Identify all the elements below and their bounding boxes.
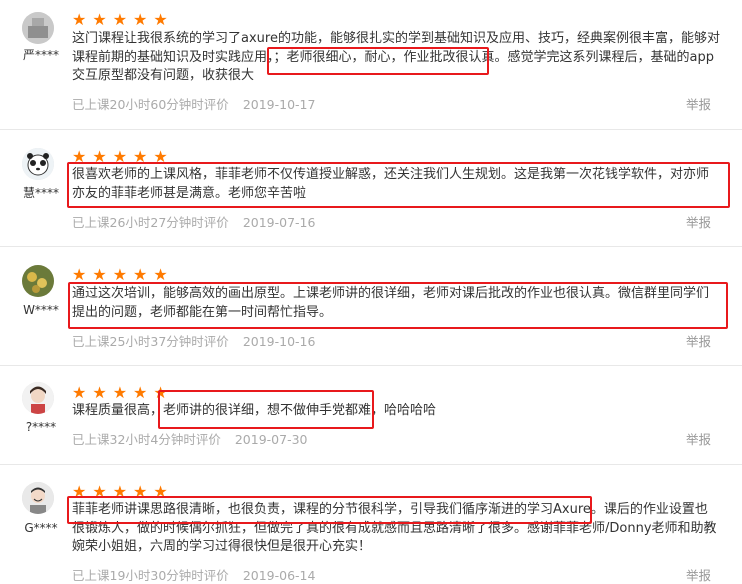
star-icon: ★ [92,147,107,166]
star-rating: ★ ★ ★ ★ ★ [72,484,168,500]
star-icon: ★ [133,147,148,166]
review-content: 菲菲老师讲课思路很清晰，也很负责，课程的分节很科学，引导我们循序渐进的学习Axu… [72,502,717,554]
report-link[interactable]: 举报 [686,94,711,113]
study-duration: 已上课25小时37分钟时评价 [72,334,229,349]
star-icon: ★ [112,383,128,402]
review-date: 2019-06-14 [242,568,316,583]
avatar[interactable] [22,482,54,514]
star-rating: ★ ★ ★ ★ ★ [72,149,168,165]
review-content: 通过这次培训，能够高效的画出原型。上课老师讲的很详细，老师对课后批改的作业也很认… [72,286,710,320]
report-link[interactable]: 举报 [686,429,711,448]
review-content: 课程质量很高，老师讲的很详细，想不做伸手党都难，哈哈哈哈 [72,403,437,418]
star-icon: ★ [72,265,87,284]
review-meta: 已上课26小时27分钟时评价 2019-07-16 [72,212,315,231]
study-duration: 已上课19小时30分钟时评价 [72,568,229,583]
avatar[interactable] [22,148,54,180]
star-icon: ★ [133,265,148,284]
review-meta: 已上课32小时4分钟时评价 2019-07-30 [72,429,308,448]
star-icon: ★ [112,482,128,501]
star-icon: ★ [153,383,168,402]
star-icon: ★ [92,10,107,29]
study-duration: 已上课20小时60分钟时评价 [72,97,229,112]
review-meta: 已上课25小时37分钟时评价 2019-10-16 [72,331,315,350]
avatar[interactable] [22,12,54,44]
avatar[interactable] [22,382,54,414]
username: 严**** [22,48,59,62]
star-icon: ★ [153,147,168,166]
star-rating: ★ ★ ★ ★ ★ [72,267,168,283]
username: ?**** [25,420,57,434]
star-icon: ★ [112,10,128,29]
star-icon: ★ [153,482,168,501]
username: 慧**** [22,186,59,200]
star-icon: ★ [92,383,107,402]
star-icon: ★ [72,482,87,501]
report-link[interactable]: 举报 [686,331,711,350]
star-icon: ★ [72,10,87,29]
review-date: 2019-07-16 [242,215,316,230]
star-icon: ★ [112,147,128,166]
review-meta: 已上课20小时60分钟时评价 2019-10-17 [72,94,315,113]
divider [0,365,742,366]
star-rating: ★ ★ ★ ★ ★ [72,12,168,28]
review-content: 很喜欢老师的上课风格，菲菲老师不仅传道授业解惑，还关注我们人生规划。这是我第一次… [72,167,710,201]
report-link[interactable]: 举报 [686,565,711,584]
star-icon: ★ [133,10,148,29]
avatar[interactable] [22,265,54,297]
star-icon: ★ [92,265,107,284]
report-link[interactable]: 举报 [686,212,711,231]
star-icon: ★ [72,147,87,166]
star-icon: ★ [133,383,148,402]
star-icon: ★ [72,383,87,402]
divider [0,246,742,247]
star-icon: ★ [153,10,168,29]
star-rating: ★ ★ ★ ★ ★ [72,385,168,401]
review-meta: 已上课19小时30分钟时评价 2019-06-14 [72,565,315,584]
username: W**** [23,303,59,317]
divider [0,464,742,465]
star-icon: ★ [153,265,168,284]
review-date: 2019-10-16 [242,334,316,349]
study-duration: 已上课26小时27分钟时评价 [72,215,229,230]
star-icon: ★ [133,482,148,501]
divider [0,129,742,130]
username: G**** [24,521,58,535]
review-content: 这门课程让我很系统的学习了axure的功能，能够很扎实的学到基础知识及应用、技巧… [72,31,720,83]
review-date: 2019-07-30 [234,432,308,447]
study-duration: 已上课32小时4分钟时评价 [72,432,221,447]
star-icon: ★ [92,482,107,501]
review-date: 2019-10-17 [242,97,316,112]
star-icon: ★ [112,265,128,284]
